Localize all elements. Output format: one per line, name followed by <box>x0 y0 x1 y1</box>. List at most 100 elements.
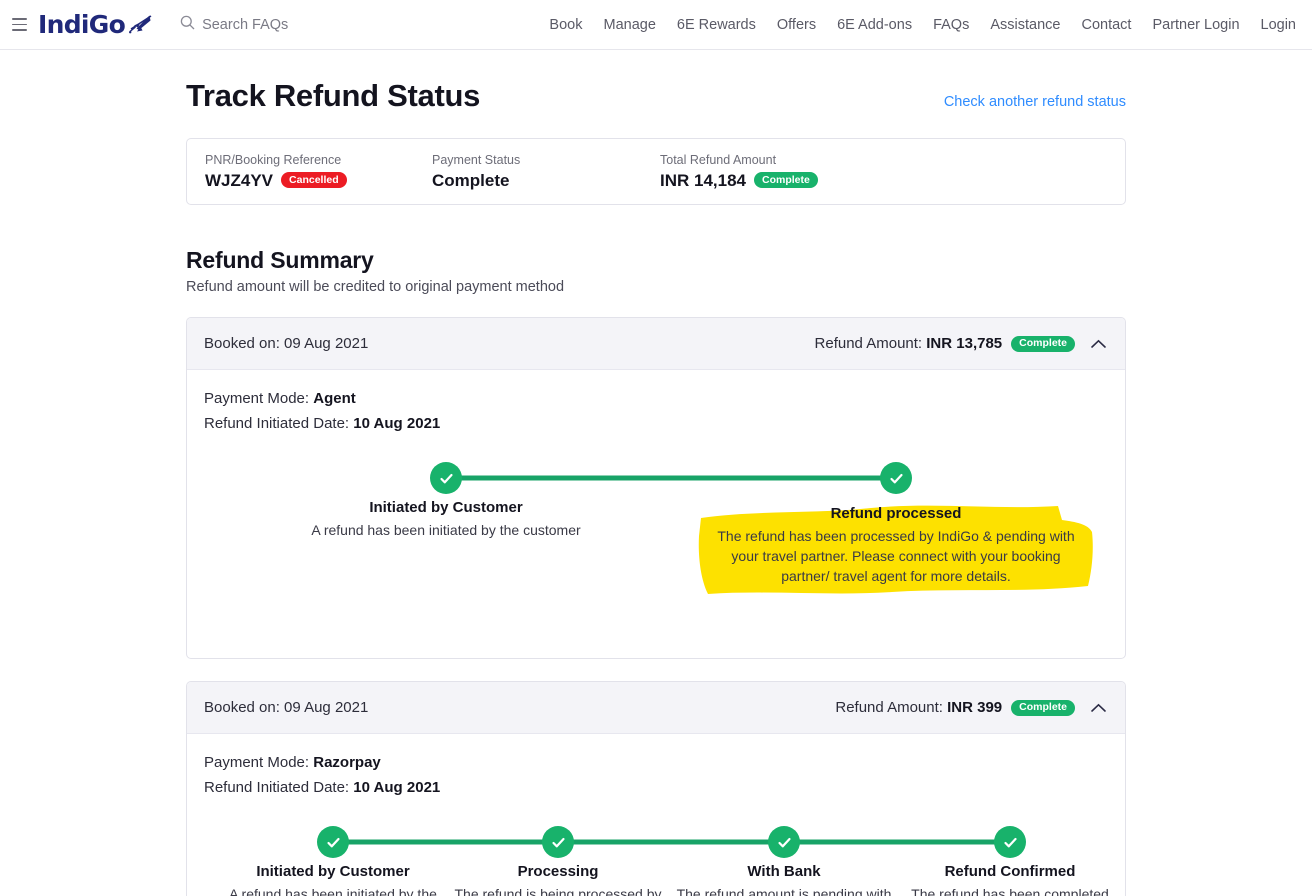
chevron-up-icon[interactable] <box>1088 698 1108 718</box>
indigo-logo-text: IndiGo <box>38 10 126 39</box>
chevron-up-icon[interactable] <box>1088 334 1108 354</box>
timeline-step-desc: A refund has been initiated by the custo… <box>311 522 581 539</box>
refund-timeline: Initiated by Customer A refund has been … <box>204 458 1108 638</box>
timeline-step-desc: The refund amount is pending with your b… <box>676 886 892 896</box>
refund-card-header[interactable]: Booked on: 09 Aug 2021 Refund Amount: IN… <box>187 682 1125 735</box>
payment-mode-line: Payment Mode: Agent <box>204 386 1108 411</box>
timeline-track <box>204 822 1108 862</box>
refund-amount-label: Refund Amount: <box>835 699 943 717</box>
search-placeholder-text: Search FAQs <box>202 16 289 33</box>
refund-amount-row: Refund Amount: INR 399 <box>835 699 1002 716</box>
refund-initiated-value: 10 Aug 2021 <box>353 415 441 433</box>
pnr-value-row: WJZ4YV Cancelled <box>205 171 432 191</box>
page-header: Track Refund Status Check another refund… <box>186 50 1126 114</box>
payment-mode-label: Payment Mode: <box>204 754 310 772</box>
refund-card-header-right: Refund Amount: INR 13,785 Complete <box>815 334 1108 354</box>
timeline-step-dot-check <box>542 826 574 859</box>
booked-on-text: Booked on: 09 Aug 2021 <box>204 335 369 352</box>
payment-mode-line: Payment Mode: Razorpay <box>204 750 1108 775</box>
nav-item-assistance[interactable]: Assistance <box>990 17 1060 33</box>
payment-mode-value: Agent <box>313 390 356 407</box>
total-refund-value-row: INR 14,184 Complete <box>660 171 818 191</box>
timeline-step-dot-check <box>880 462 912 495</box>
page-title: Track Refund Status <box>186 78 481 113</box>
total-refund-column: Total Refund Amount INR 14,184 Complete <box>660 153 818 191</box>
timeline-step-name: Initiated by Customer <box>256 863 410 881</box>
refund-status-badge: Complete <box>1011 335 1075 352</box>
check-another-refund-status-link[interactable]: Check another refund status <box>944 94 1126 110</box>
plane-icon <box>128 13 154 40</box>
hamburger-bar <box>11 23 27 26</box>
refund-amount-label: Refund Amount: <box>814 335 923 352</box>
payment-mode-value: Razorpay <box>313 754 381 772</box>
refund-card-header[interactable]: Booked on: 09 Aug 2021 Refund Amount: IN… <box>187 318 1125 370</box>
refund-amount-value: INR 13,785 <box>926 335 1003 352</box>
refund-initiated-value: 10 Aug 2021 <box>353 779 441 797</box>
timeline-step-dot-check <box>430 462 462 495</box>
booking-summary-card: PNR/Booking Reference WJZ4YV Cancelled P… <box>186 138 1126 205</box>
timeline-step: Initiated by Customer A refund has been … <box>296 498 596 540</box>
highlighted-step-content: Refund processed The refund has been pro… <box>696 498 1096 586</box>
booked-on-text: Booked on: 09 Aug 2021 <box>204 699 369 717</box>
timeline-labels: Initiated by Customer A refund has been … <box>204 498 1108 638</box>
refund-summary-subtitle: Refund amount will be credited to origin… <box>186 279 565 295</box>
nav-item-manage[interactable]: Manage <box>603 17 655 33</box>
refund-card-body: Payment Mode: Razorpay Refund Initiated … <box>187 734 1125 896</box>
pnr-value: WJZ4YV <box>205 170 274 190</box>
pnr-label: PNR/Booking Reference <box>205 152 342 167</box>
nav-item-6e-add-ons[interactable]: 6E Add-ons <box>837 17 912 33</box>
refund-timeline: Initiated by Customer A refund has been … <box>204 822 1109 896</box>
nav-item-offers[interactable]: Offers <box>777 17 816 33</box>
refund-summary-title: Refund Summary <box>186 247 374 273</box>
page-content: Track Refund Status Check another refund… <box>0 50 1312 896</box>
refund-card-body: Payment Mode: Agent Refund Initiated Dat… <box>187 370 1125 658</box>
timeline-step-desc: A refund has been initiated by the custo… <box>229 886 437 896</box>
timeline-step-name: Processing <box>517 863 599 881</box>
timeline-step: With Bank The refund amount is pending w… <box>671 862 897 896</box>
refund-initiated-label: Refund Initiated Date: <box>204 779 350 797</box>
search-icon <box>180 15 195 35</box>
refund-amount-row: Refund Amount: INR 13,785 <box>815 335 1003 352</box>
hamburger-bar <box>11 29 27 31</box>
timeline-connector-line <box>446 475 896 481</box>
timeline-step-highlighted: Refund processed The refund has been pro… <box>696 498 1096 595</box>
total-refund-label: Total Refund Amount <box>660 152 777 167</box>
top-navigation-bar: IndiGo Search FAQs Book Manage 6E Reward… <box>0 0 1312 50</box>
payment-status-column: Payment Status Complete <box>432 153 660 191</box>
nav-item-contact[interactable]: Contact <box>1081 17 1131 33</box>
timeline-step-name: With Bank <box>747 863 821 881</box>
timeline-step-name: Initiated by Customer <box>369 499 523 517</box>
nav-item-partner-login[interactable]: Partner Login <box>1152 17 1239 33</box>
refund-card: Booked on: 09 Aug 2021 Refund Amount: IN… <box>186 317 1126 660</box>
timeline-connector-line <box>333 839 1010 845</box>
refund-status-badge: Complete <box>1011 699 1075 716</box>
hamburger-bar <box>11 18 27 20</box>
payment-mode-label: Payment Mode: <box>204 390 310 407</box>
indigo-logo[interactable]: IndiGo <box>38 9 154 40</box>
nav-item-login[interactable]: Login <box>1261 17 1296 33</box>
timeline-step-dot-check <box>994 826 1026 859</box>
refund-amount-value: INR 399 <box>947 699 1003 717</box>
nav-item-book[interactable]: Book <box>549 17 582 33</box>
total-refund-value: INR 14,184 <box>660 170 746 190</box>
timeline-labels: Initiated by Customer A refund has been … <box>204 862 1109 896</box>
nav-item-6e-rewards[interactable]: 6E Rewards <box>677 17 756 33</box>
timeline-step-name: Refund processed <box>830 505 962 523</box>
refund-card-header-right: Refund Amount: INR 399 Complete <box>835 698 1108 718</box>
hamburger-menu-icon[interactable] <box>6 12 32 38</box>
timeline-step: Initiated by Customer A refund has been … <box>220 862 446 896</box>
timeline-step: Refund Confirmed The refund has been com… <box>897 862 1123 896</box>
timeline-track <box>204 458 1108 498</box>
payment-status-value-row: Complete <box>432 171 660 191</box>
payment-status-label: Payment Status <box>432 152 521 167</box>
refund-summary-header: Refund Summary Refund amount will be cre… <box>186 247 1126 295</box>
nav-item-faqs[interactable]: FAQs <box>933 17 969 33</box>
timeline-step-name: Refund Confirmed <box>944 863 1076 881</box>
search-faqs-input[interactable]: Search FAQs <box>180 15 288 35</box>
status-badge-cancelled: Cancelled <box>281 172 347 189</box>
timeline-step-desc: The refund is being processed by IndiGo <box>454 886 662 896</box>
refund-initiated-label: Refund Initiated Date: <box>204 415 350 433</box>
timeline-step-desc: The refund has been completed <box>911 886 1109 896</box>
refund-initiated-line: Refund Initiated Date: 10 Aug 2021 <box>204 775 1108 800</box>
payment-status-value: Complete <box>432 170 510 190</box>
